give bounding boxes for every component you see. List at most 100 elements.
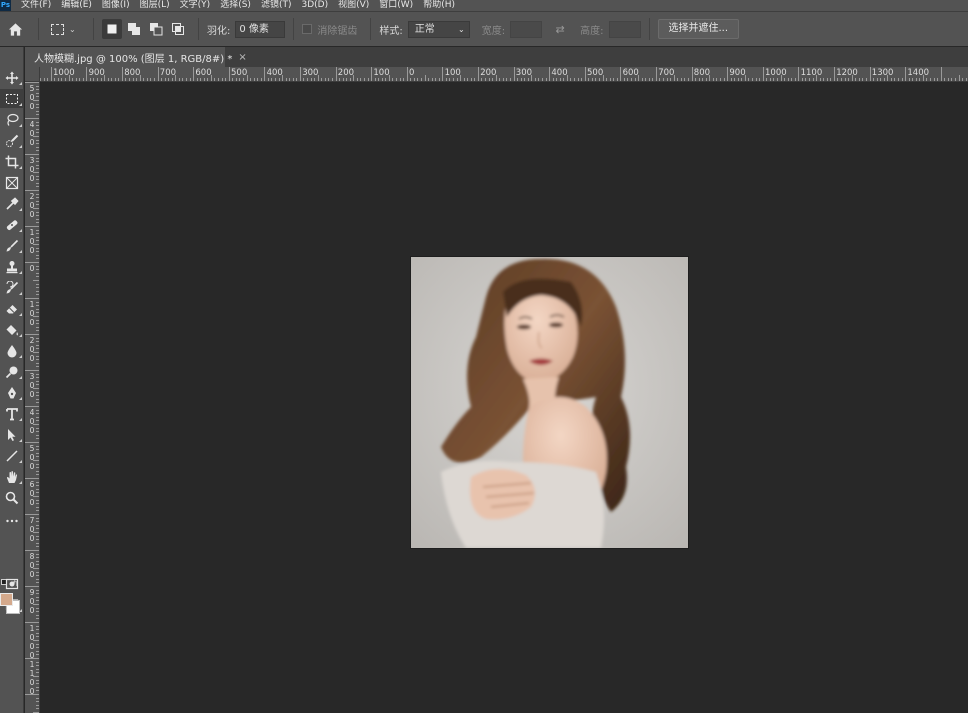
home-button[interactable] (0, 12, 30, 47)
ruler-tick (36, 607, 39, 609)
zoom-tool[interactable] (0, 488, 24, 507)
document-tab[interactable]: 人物模糊.jpg @ 100% (图层 1, RGB/8#) * × (25, 47, 247, 67)
width-input[interactable] (510, 20, 543, 38)
chevron-down-icon: ⌄ (69, 24, 76, 34)
ruler-tick (161, 78, 162, 81)
ruler-tick (36, 380, 39, 382)
ruler-tick (36, 456, 39, 458)
quick-mask-button[interactable] (0, 574, 24, 593)
menu-type[interactable]: 文字(Y) (180, 0, 211, 11)
type-tool[interactable] (0, 404, 24, 423)
separator (38, 18, 39, 40)
ruler-tick (574, 78, 575, 81)
ruler-tick-label: 500 (231, 68, 248, 78)
subtract-from-selection-button[interactable] (146, 19, 166, 39)
lasso-tool[interactable] (0, 110, 24, 129)
ruler-tick-label: 1 0 0 0 (29, 624, 35, 660)
ruler-tick (214, 78, 216, 81)
select-and-mask-button[interactable]: 选择并遮住... (657, 19, 740, 39)
ruler-origin[interactable] (25, 67, 40, 82)
chevron-down-icon: ⌄ (458, 24, 465, 34)
pen-tool[interactable] (0, 383, 24, 402)
crop-tool[interactable] (0, 152, 24, 171)
new-selection-button[interactable] (102, 19, 122, 39)
ruler-tick (36, 121, 39, 123)
tool-preset-picker[interactable]: ⌄ (51, 18, 85, 40)
canvas-area[interactable] (41, 83, 968, 713)
ruler-tick (453, 78, 454, 81)
blur-tool[interactable] (0, 341, 24, 360)
ruler-tick (563, 78, 565, 81)
antialias-checkbox[interactable] (302, 24, 313, 34)
eraser-tool[interactable] (0, 299, 24, 318)
menu-view[interactable]: 视图(V) (338, 0, 369, 11)
ruler-tick (36, 485, 39, 487)
ruler-tick (36, 269, 39, 271)
menu-edit[interactable]: 编辑(E) (61, 0, 92, 11)
edit-toolbar-button[interactable] (0, 511, 24, 530)
menu-filter[interactable]: 滤镜(T) (261, 0, 292, 11)
hand-tool[interactable] (0, 467, 24, 486)
ruler-tick (360, 78, 362, 81)
menu-help[interactable]: 帮助(H) (423, 0, 455, 11)
ruler-tick (531, 75, 533, 81)
foreground-color-swatch[interactable] (0, 593, 13, 606)
move-tool[interactable] (0, 68, 24, 87)
ruler-tick (919, 78, 921, 81)
style-select[interactable]: 正常 ⌄ (407, 20, 470, 38)
swap-width-height-icon[interactable]: ⇄ (552, 23, 568, 36)
path-selection-tool[interactable] (0, 425, 24, 444)
dodge-tool[interactable] (0, 362, 24, 381)
ruler-tick-label: 0 (29, 264, 35, 273)
clone-stamp-tool[interactable] (0, 257, 24, 276)
line-tool[interactable] (0, 446, 24, 465)
feather-input[interactable]: 0 像素 (235, 20, 286, 38)
options-bar: ⌄ 羽化: 0 像素 消除锯齿 样式: 正常 ⌄ 宽度: ⇄ 高度: 选择并遮住… (0, 11, 968, 46)
frame-tool[interactable] (0, 173, 24, 192)
history-brush-tool[interactable] (0, 278, 24, 297)
ruler-tick (616, 78, 618, 81)
menu-image[interactable]: 图像(I) (102, 0, 130, 11)
eyedropper-icon (6, 196, 19, 210)
ruler-tick-label: 300 (302, 68, 319, 78)
ruler-tick (812, 78, 814, 81)
ruler-tick (36, 690, 39, 692)
ruler-tick-label: 4 0 0 (29, 408, 35, 435)
ruler-tick (36, 575, 39, 577)
add-to-selection-button[interactable] (124, 19, 144, 39)
spot-healing-brush-tool[interactable] (0, 215, 24, 234)
ruler-tick (36, 402, 39, 404)
rectangular-marquee-tool[interactable] (0, 89, 24, 108)
ruler-tick (239, 78, 241, 81)
ruler-tick (36, 218, 39, 220)
menu-3d[interactable]: 3D(D) (301, 0, 328, 11)
ruler-tick (873, 78, 874, 81)
paint-bucket-tool[interactable] (0, 320, 24, 339)
horizontal-ruler[interactable]: 1000 900 800 700 600 500 400 300 200 100 0 100 200 30… (40, 67, 968, 82)
antialias-label: 消除锯齿 (317, 25, 358, 37)
ruler-tick (36, 445, 39, 447)
quick-selection-tool[interactable] (0, 131, 24, 150)
height-input[interactable] (608, 20, 641, 38)
ruler-tick-label: 400 (266, 68, 283, 78)
close-icon[interactable]: × (238, 52, 246, 63)
ruler-tick (342, 78, 344, 81)
ruler-tick-label: 400 (551, 68, 568, 78)
ruler-tick (36, 593, 39, 595)
ruler-tick (417, 78, 419, 81)
ruler-tick (36, 517, 39, 519)
brush-tool[interactable] (0, 236, 24, 255)
menu-select[interactable]: 选择(S) (220, 0, 251, 11)
eyedropper-tool[interactable] (0, 194, 24, 213)
menu-layer[interactable]: 图层(L) (140, 0, 170, 11)
menu-window[interactable]: 窗口(W) (379, 0, 413, 11)
ruler-tick (655, 67, 657, 81)
ruler-tick (36, 92, 39, 94)
vertical-ruler[interactable]: 5 0 0 4 0 0 3 0 0 2 0 0 1 0 0 0 1 0 0 2 0 0 3 0 … (25, 82, 40, 713)
intersect-with-selection-button[interactable] (168, 19, 188, 39)
ruler-tick (399, 78, 401, 81)
document-image[interactable] (411, 257, 688, 548)
ruler-tick (552, 78, 554, 81)
ruler-tick (424, 75, 426, 81)
menu-file[interactable]: 文件(F) (21, 0, 51, 11)
